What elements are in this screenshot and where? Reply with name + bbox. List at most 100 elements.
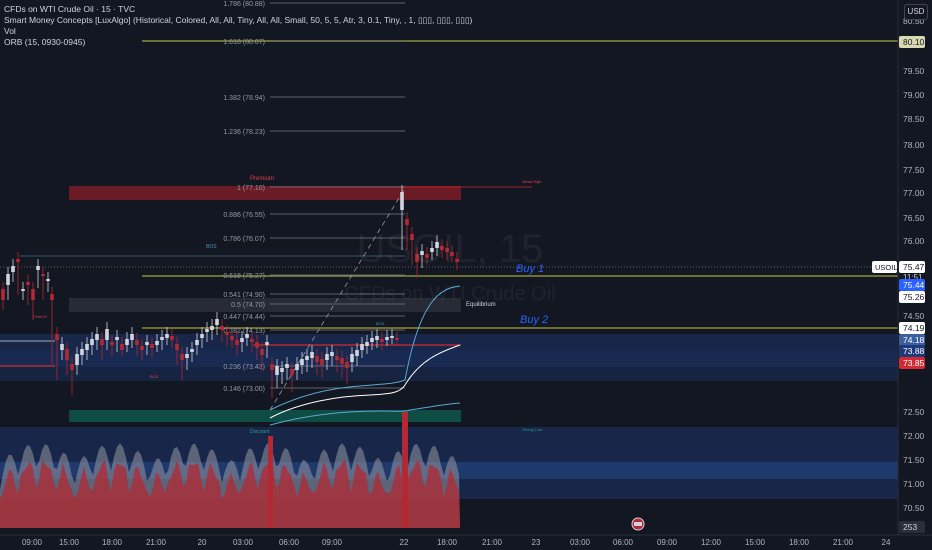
candle-body bbox=[60, 344, 64, 350]
candle-body bbox=[205, 329, 209, 332]
price-tick-label: 72.50 bbox=[903, 407, 925, 417]
candle-body bbox=[140, 346, 144, 350]
time-axis[interactable]: 09:00 15:00 18:00 21:00 20 03:00 06:00 09:00 22 1… bbox=[0, 534, 932, 550]
time-tick-label: 06:00 bbox=[613, 538, 634, 547]
candle-body bbox=[360, 344, 364, 350]
price-tag-level-text: 74.19 bbox=[903, 323, 925, 333]
symbol-tag-text: USOIL bbox=[875, 263, 898, 272]
volume-indicator-label[interactable]: Vol bbox=[4, 26, 472, 37]
candle-body bbox=[210, 326, 214, 330]
candle-body bbox=[6, 274, 10, 285]
candle-body bbox=[95, 334, 99, 340]
candle-body bbox=[225, 332, 229, 335]
bos-label: BOS bbox=[376, 321, 385, 326]
volume-tag-text: 253 bbox=[903, 522, 917, 532]
candle-body bbox=[130, 334, 134, 340]
candle[interactable] bbox=[16, 252, 20, 295]
price-tag-level[interactable]: 74.18 bbox=[899, 334, 925, 346]
price-tag-80-10-text: 80.10 bbox=[903, 37, 925, 47]
candle-body bbox=[16, 259, 20, 262]
candle-body bbox=[370, 338, 374, 342]
fib-level-label: 1.236 (78.23) bbox=[223, 129, 265, 136]
candle[interactable] bbox=[41, 267, 45, 300]
fib-level-label: 0.236 (73.43) bbox=[223, 364, 265, 371]
symbol-tag[interactable]: USOIL bbox=[872, 261, 898, 273]
candle-body bbox=[80, 349, 84, 355]
time-tick-label: 21:00 bbox=[482, 538, 503, 547]
price-axis[interactable]: 80.5079.5079.0078.5078.0077.5077.0076.50… bbox=[897, 0, 932, 535]
chart-canvas[interactable]: 1.786 (80.88)1.618 (80.07)1.382 (78.94)1… bbox=[0, 0, 932, 550]
weak-high-label: Weak High bbox=[522, 179, 542, 184]
candle-body bbox=[190, 349, 194, 352]
chart-legend: CFDs on WTI Crude Oil · 15 · TVC Smart M… bbox=[4, 4, 472, 48]
order-block-3[interactable] bbox=[0, 367, 898, 381]
candle-body bbox=[55, 334, 59, 340]
price-tag-level[interactable]: 75.26 bbox=[899, 291, 925, 303]
candle-body bbox=[235, 340, 239, 345]
candle-body bbox=[355, 350, 359, 356]
candle-body bbox=[150, 344, 154, 348]
candle-body bbox=[135, 340, 139, 345]
chart-window[interactable]: 1.786 (80.88) 1.618 (80.07) 1.382 (78.94) 1… bbox=[0, 0, 932, 550]
candle-body bbox=[21, 289, 25, 291]
candle-body bbox=[380, 339, 384, 342]
order-block-2[interactable] bbox=[0, 334, 898, 350]
candle-body bbox=[110, 342, 114, 345]
price-tag-level[interactable]: 73.88 bbox=[899, 345, 925, 357]
replay-icon-bar bbox=[634, 522, 642, 526]
price-tag-80-10[interactable]: 80.10 bbox=[899, 36, 925, 48]
candle-body bbox=[245, 334, 249, 338]
price-tick-label: 77.00 bbox=[903, 188, 925, 198]
time-tick-label: 18:00 bbox=[437, 538, 458, 547]
candle[interactable] bbox=[1, 282, 5, 310]
price-tick-label: 79.00 bbox=[903, 90, 925, 100]
replay-icon[interactable] bbox=[631, 517, 645, 531]
candle-body bbox=[105, 329, 109, 340]
candle-body bbox=[300, 359, 304, 365]
volume-spike bbox=[402, 412, 408, 528]
candle[interactable] bbox=[215, 312, 219, 335]
price-tick-label: 71.50 bbox=[903, 455, 925, 465]
time-tick-label: 15:00 bbox=[745, 538, 766, 547]
price-tick-label: 71.00 bbox=[903, 479, 925, 489]
candle[interactable] bbox=[21, 282, 25, 300]
order-block-1[interactable] bbox=[0, 350, 898, 367]
price-tag-level-text: 74.18 bbox=[903, 335, 925, 345]
fib-level-label: 0.382 (74.13) bbox=[223, 328, 265, 335]
candle[interactable] bbox=[46, 272, 50, 292]
orb-indicator-label[interactable]: ORB (15, 0930-0945) bbox=[4, 37, 472, 48]
candle-body bbox=[255, 342, 259, 348]
time-tick-label: 18:00 bbox=[102, 538, 123, 547]
candle[interactable] bbox=[26, 275, 30, 305]
candle[interactable] bbox=[6, 267, 10, 300]
smc-indicator-label[interactable]: Smart Money Concepts [LuxAlgo] (Historic… bbox=[4, 15, 472, 26]
candle-body bbox=[175, 344, 179, 350]
time-tick-label: 23 bbox=[532, 538, 541, 547]
symbol-title[interactable]: CFDs on WTI Crude Oil · 15 · TVC bbox=[4, 4, 472, 15]
candle-body bbox=[26, 282, 30, 285]
currency-button[interactable]: USD bbox=[904, 4, 928, 20]
fib-level-label: 0.146 (73.00) bbox=[223, 386, 265, 393]
candle[interactable] bbox=[11, 259, 15, 282]
premium-label: Premium bbox=[250, 176, 274, 182]
candle-body bbox=[180, 354, 184, 360]
price-tick-label: 76.50 bbox=[903, 213, 925, 223]
candle-body bbox=[160, 337, 164, 340]
candle-body bbox=[285, 364, 289, 368]
price-tag-level[interactable]: 74.19 bbox=[899, 322, 925, 334]
candle-body bbox=[365, 342, 369, 346]
time-tick-label: 24 bbox=[882, 538, 891, 547]
price-tag-level[interactable]: 73.85 bbox=[899, 357, 925, 369]
candle-body bbox=[275, 366, 279, 375]
price-tag-current[interactable]: 75.47 bbox=[899, 261, 925, 273]
candle-body bbox=[115, 337, 119, 340]
price-tick-label: 77.50 bbox=[903, 165, 925, 175]
volume-tag[interactable]: 253 bbox=[899, 521, 925, 533]
time-tick-label: 22 bbox=[400, 538, 409, 547]
candle[interactable] bbox=[36, 259, 40, 288]
candle-body bbox=[385, 337, 389, 340]
fib-level-label: 0.447 (74.44) bbox=[223, 314, 265, 321]
price-tag-blue[interactable]: 75.44 bbox=[899, 279, 925, 291]
price-tick-label: 78.50 bbox=[903, 114, 925, 124]
buy2-label: Buy 2 bbox=[520, 314, 548, 326]
